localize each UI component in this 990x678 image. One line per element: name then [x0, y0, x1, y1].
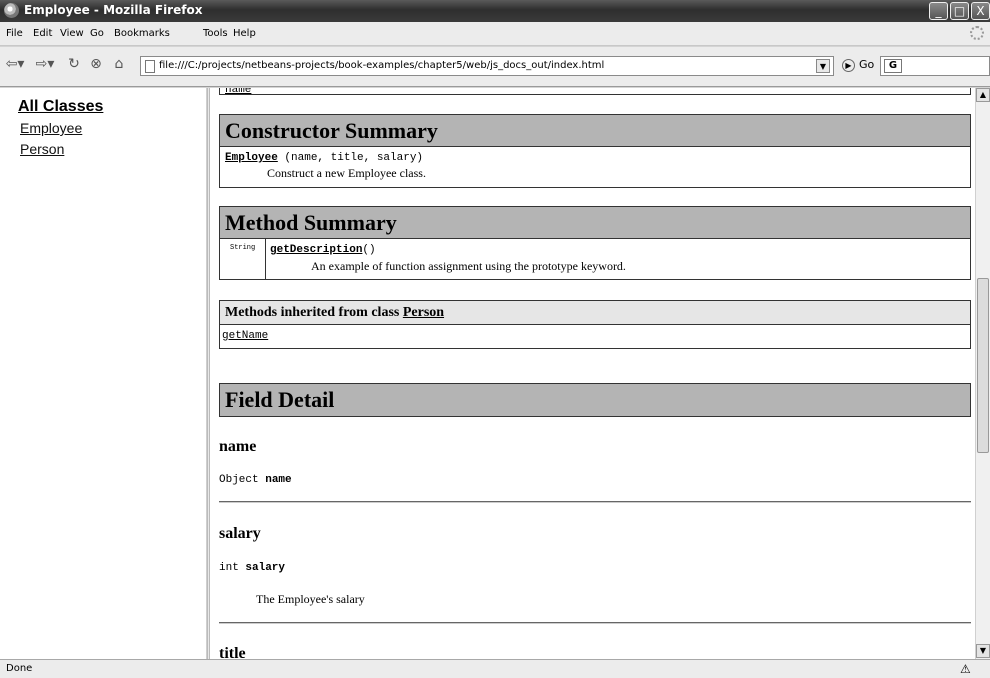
menu-bar: File Edit View Go Bookmarks Tools Help — [0, 22, 990, 46]
address-bar[interactable]: file:///C:/projects/netbeans-projects/bo… — [140, 56, 834, 76]
constructor-link-employee[interactable]: Employee — [225, 152, 278, 164]
scroll-down-icon[interactable]: ▼ — [976, 644, 990, 658]
scrollbar-thumb[interactable] — [977, 278, 989, 453]
page-content: All Classes Employee Person name Constru… — [0, 88, 990, 659]
field-summary-box: name — [219, 88, 971, 96]
field-sig-name: salary — [245, 562, 286, 574]
back-icon[interactable]: ⇦▾ — [4, 55, 26, 73]
go-icon: ▶ — [842, 58, 855, 72]
separator-line — [219, 622, 971, 624]
field-detail-table: Field Detail — [219, 383, 971, 417]
navigation-toolbar: ⇦▾ ⇨▾ ↻ ⊗ ⌂ file:///C:/projects/netbeans… — [0, 47, 990, 87]
method-return-type: String — [230, 244, 256, 252]
field-heading-salary: salary — [219, 525, 261, 542]
maximize-button[interactable]: □ — [950, 2, 969, 20]
all-classes-heading: All Classes — [18, 98, 104, 115]
class-list-frame: All Classes Employee Person — [0, 88, 207, 659]
method-summary-table: Method Summary String getDescription() A… — [219, 206, 971, 280]
inherited-methods-table: Methods inherited from class Person getN… — [219, 300, 971, 349]
warning-icon[interactable]: ⚠ — [960, 662, 971, 676]
separator-line — [219, 501, 971, 503]
menu-file[interactable]: File — [6, 28, 23, 39]
method-description: An example of function assignment using … — [311, 259, 626, 273]
field-type: Object — [219, 474, 266, 486]
menu-go[interactable]: Go — [90, 28, 104, 39]
inherited-heading: Methods inherited from class Person — [220, 301, 970, 325]
google-search-icon[interactable]: G — [884, 59, 902, 73]
inherited-method-link-getname[interactable]: getName — [222, 330, 268, 342]
status-bar: Done ⚠ — [0, 659, 990, 678]
constructor-summary-heading: Constructor Summary — [220, 115, 970, 147]
menu-view[interactable]: View — [60, 28, 84, 39]
field-description-salary: The Employee's salary — [256, 592, 365, 606]
method-summary-heading: Method Summary — [220, 207, 970, 239]
status-text: Done — [6, 663, 33, 674]
field-heading-name: name — [219, 438, 257, 455]
field-link-name[interactable]: name — [225, 88, 251, 96]
close-button[interactable]: X — [971, 2, 990, 20]
menu-help[interactable]: Help — [233, 28, 256, 39]
firefox-icon — [4, 3, 19, 18]
throbber-icon — [970, 26, 984, 40]
vertical-scrollbar[interactable]: ▲ ▼ — [975, 88, 990, 659]
address-dropdown-icon[interactable]: ▼ — [816, 59, 830, 73]
scroll-up-icon[interactable]: ▲ — [976, 88, 990, 102]
forward-icon[interactable]: ⇨▾ — [34, 55, 56, 73]
inherited-prefix: Methods inherited from class — [225, 305, 403, 320]
go-label: Go — [859, 58, 875, 71]
method-parens: () — [362, 244, 376, 256]
address-url[interactable]: file:///C:/projects/netbeans-projects/bo… — [159, 60, 604, 71]
constructor-description: Construct a new Employee class. — [267, 166, 426, 180]
window-titlebar: Employee - Mozilla Firefox _ □ X — [0, 0, 990, 22]
menu-tools[interactable]: Tools — [203, 28, 228, 39]
page-icon — [145, 60, 155, 73]
class-link-person[interactable]: Person — [20, 141, 64, 157]
method-link-getdescription[interactable]: getDescription — [270, 244, 362, 256]
inherited-class-link-person[interactable]: Person — [403, 305, 444, 320]
field-heading-title: title — [219, 645, 246, 659]
reload-icon[interactable]: ↻ — [66, 55, 82, 73]
minimize-button[interactable]: _ — [929, 2, 948, 20]
search-box[interactable]: G — [880, 56, 990, 76]
constructor-summary-table: Constructor Summary Employee (name, titl… — [219, 114, 971, 188]
constructor-params: (name, title, salary) — [277, 152, 424, 164]
go-button[interactable]: ▶ Go — [842, 56, 874, 74]
menu-bookmarks[interactable]: Bookmarks — [114, 28, 170, 39]
field-type: int — [219, 562, 246, 574]
field-signature-name: Object name — [219, 474, 292, 486]
field-detail-heading: Field Detail — [220, 384, 970, 416]
menu-edit[interactable]: Edit — [33, 28, 52, 39]
class-doc-frame: name Constructor Summary Employee (name,… — [210, 88, 974, 659]
home-icon[interactable]: ⌂ — [110, 55, 128, 73]
window-title: Employee - Mozilla Firefox — [24, 3, 203, 17]
stop-icon[interactable]: ⊗ — [88, 55, 104, 73]
field-sig-name: name — [265, 474, 292, 486]
field-signature-salary: int salary — [219, 562, 285, 574]
class-link-employee[interactable]: Employee — [20, 120, 82, 136]
